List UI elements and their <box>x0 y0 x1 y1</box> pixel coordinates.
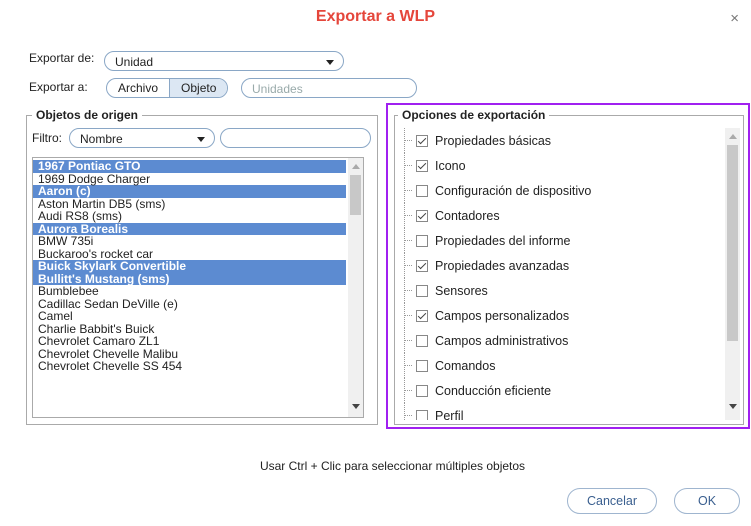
tree-connector <box>404 278 414 303</box>
option-checkbox[interactable] <box>416 334 428 347</box>
list-item[interactable]: Camel <box>33 310 346 323</box>
tree-connector <box>404 353 414 378</box>
filter-select-value: Nombre <box>80 132 123 146</box>
cancel-button[interactable]: Cancelar <box>567 488 657 514</box>
export-option-row[interactable]: Icono <box>398 153 718 178</box>
export-option-row[interactable]: Propiedades avanzadas <box>398 253 718 278</box>
export-option-row[interactable]: Comandos <box>398 353 718 378</box>
export-option-row[interactable]: Campos administrativos <box>398 328 718 353</box>
export-option-row[interactable]: Propiedades básicas <box>398 128 718 153</box>
option-label: Propiedades del informe <box>435 233 571 248</box>
option-checkbox[interactable] <box>416 284 428 297</box>
option-label: Propiedades básicas <box>435 133 552 148</box>
option-checkbox[interactable] <box>416 309 428 322</box>
dialog-title: Exportar a WLP <box>315 8 436 25</box>
filter-text-input[interactable] <box>220 128 371 148</box>
option-checkbox[interactable] <box>416 384 428 397</box>
list-item[interactable]: Audi RS8 (sms) <box>33 210 346 223</box>
option-checkbox[interactable] <box>416 359 428 372</box>
export-options-list: Propiedades básicas Icono Configuración de… <box>398 128 744 420</box>
source-objects-legend: Objetos de origen <box>32 108 143 122</box>
tree-connector <box>404 203 414 228</box>
chevron-down-icon <box>197 137 205 142</box>
option-checkbox[interactable] <box>416 409 428 420</box>
scroll-thumb[interactable] <box>350 175 361 215</box>
option-label: Icono <box>435 158 466 173</box>
scroll-up-icon[interactable] <box>352 164 360 169</box>
option-checkbox[interactable] <box>416 159 428 172</box>
tree-connector <box>404 153 414 178</box>
list-item[interactable]: Buick Skylark Convertible <box>33 260 346 273</box>
option-checkbox[interactable] <box>416 209 428 222</box>
export-option-row[interactable]: Campos personalizados <box>398 303 718 328</box>
export-option-row[interactable]: Propiedades del informe <box>398 228 718 253</box>
filter-label: Filtro: <box>32 131 62 145</box>
tree-connector <box>404 403 414 420</box>
tree-connector <box>404 253 414 278</box>
option-checkbox[interactable] <box>416 234 428 247</box>
list-item[interactable]: Aaron (c) <box>33 185 346 198</box>
export-from-value: Unidad <box>115 55 154 69</box>
option-label: Propiedades avanzadas <box>435 258 570 273</box>
tree-connector <box>404 128 414 153</box>
target-units-input[interactable]: Unidades <box>241 78 417 98</box>
filter-select[interactable]: Nombre <box>69 128 215 148</box>
option-checkbox[interactable] <box>416 134 428 147</box>
scroll-down-icon[interactable] <box>729 404 737 409</box>
list-item[interactable]: Chevrolet Chevelle SS 454 <box>33 360 346 373</box>
source-objects-list[interactable]: 1967 Pontiac GTO 1969 Dodge Charger Aaron … <box>32 157 364 418</box>
export-option-row[interactable]: Sensores <box>398 278 718 303</box>
list-item[interactable]: Cadillac Sedan DeVille (e) <box>33 297 346 311</box>
target-units-placeholder: Unidades <box>252 82 303 96</box>
chevron-down-icon <box>326 60 334 65</box>
scroll-thumb[interactable] <box>727 145 738 341</box>
list-item[interactable]: BMW 735i <box>33 235 346 248</box>
option-label: Comandos <box>435 358 496 373</box>
export-option-row[interactable]: Contadores <box>398 203 718 228</box>
list-item[interactable]: Bumblebee <box>33 285 346 298</box>
scroll-down-icon[interactable] <box>352 404 360 409</box>
tree-connector <box>404 178 414 203</box>
export-from-select[interactable]: Unidad <box>104 51 344 71</box>
option-label: Campos personalizados <box>435 308 570 323</box>
close-icon[interactable]: × <box>730 10 739 27</box>
option-label: Perfil <box>435 408 464 421</box>
option-label: Campos administrativos <box>435 333 569 348</box>
option-label: Conducción eficiente <box>435 383 552 398</box>
list-item[interactable]: Chevrolet Camaro ZL1 <box>33 335 346 348</box>
ok-button[interactable]: OK <box>674 488 740 514</box>
export-to-object-option[interactable]: Objeto <box>169 79 228 97</box>
options-scrollbar[interactable] <box>725 128 740 420</box>
option-checkbox[interactable] <box>416 184 428 197</box>
multi-select-hint: Usar Ctrl + Clic para seleccionar múltip… <box>259 459 526 473</box>
export-to-file-option[interactable]: Archivo <box>107 79 169 97</box>
export-to-toggle: Archivo Objeto <box>106 78 229 98</box>
tree-connector <box>404 378 414 403</box>
tree-connector <box>404 303 414 328</box>
scroll-up-icon[interactable] <box>729 134 737 139</box>
export-option-row[interactable]: Configuración de dispositivo <box>398 178 718 203</box>
option-label: Sensores <box>435 283 488 298</box>
tree-connector <box>404 228 414 253</box>
export-option-row[interactable]: Perfil <box>398 403 718 420</box>
export-from-label: Exportar de: <box>29 51 95 65</box>
option-label: Contadores <box>435 208 500 223</box>
export-to-label: Exportar a: <box>29 80 88 94</box>
list-item[interactable]: 1967 Pontiac GTO <box>33 160 346 173</box>
tree-connector <box>404 328 414 353</box>
export-option-row[interactable]: Conducción eficiente <box>398 378 718 403</box>
option-checkbox[interactable] <box>416 259 428 272</box>
option-label: Configuración de dispositivo <box>435 183 592 198</box>
source-list-scrollbar[interactable] <box>348 158 363 417</box>
export-options-legend: Opciones de exportación <box>398 108 550 122</box>
